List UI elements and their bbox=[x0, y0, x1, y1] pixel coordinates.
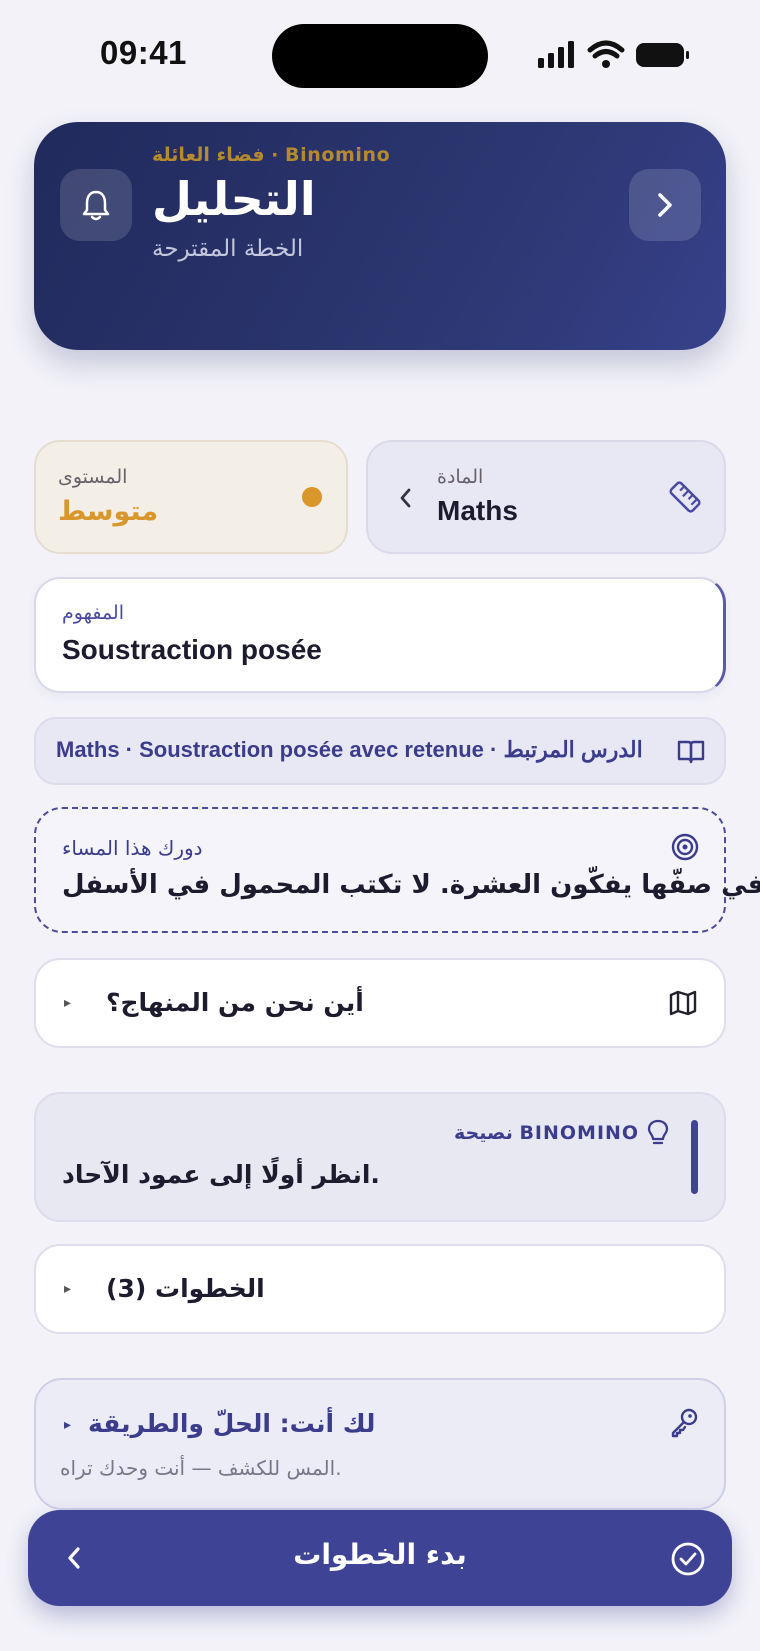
reveal-title: لك أنت: الحلّ والطريقة bbox=[88, 1409, 376, 1438]
subject-value: Maths bbox=[437, 495, 518, 526]
status-icons bbox=[538, 38, 690, 72]
status-time: 09:41 bbox=[100, 34, 187, 71]
page-subtitle: الخطة المقترحة bbox=[152, 236, 304, 262]
role-text: في صفّها يفكّون العشرة. لا تكتب المحمول … bbox=[62, 870, 760, 900]
forward-button[interactable] bbox=[629, 169, 701, 241]
key-icon bbox=[668, 1406, 700, 1438]
header-caption: فضاء العائلة · Binomino bbox=[152, 144, 391, 166]
dynamic-island bbox=[272, 24, 488, 88]
tip-text: انظر أولًا إلى عمود الآحاد. bbox=[62, 1160, 380, 1189]
level-label: المستوى bbox=[58, 466, 128, 488]
expand-arrow-icon: ▸ bbox=[64, 1281, 72, 1297]
bell-icon bbox=[82, 190, 110, 221]
target-icon bbox=[670, 832, 700, 862]
subject-label: المادة bbox=[437, 466, 484, 488]
book-icon bbox=[676, 736, 706, 766]
reveal-solution-card[interactable] bbox=[34, 1378, 726, 1510]
curriculum-title: أين نحن من المنهاج؟ bbox=[106, 988, 364, 1017]
level-value: متوسط bbox=[58, 496, 159, 527]
chevron-left-icon bbox=[62, 1542, 86, 1574]
expand-arrow-icon: ▸ bbox=[64, 1417, 72, 1433]
lightbulb-icon bbox=[644, 1118, 672, 1148]
notifications-button[interactable] bbox=[60, 169, 132, 241]
linked-lesson-text: Maths · Soustraction posée avec retenue … bbox=[56, 737, 643, 762]
role-label: دورك هذا المساء bbox=[62, 836, 203, 860]
signal-wifi-battery-icon bbox=[538, 40, 689, 68]
level-indicator-dot bbox=[302, 487, 322, 507]
chevron-right-icon bbox=[658, 193, 672, 217]
map-icon bbox=[668, 988, 698, 1018]
ruler-icon bbox=[666, 478, 704, 516]
tip-accent-bar bbox=[691, 1120, 698, 1194]
concept-label: المفهوم bbox=[62, 602, 125, 624]
expand-arrow-icon: ▸ bbox=[64, 995, 72, 1011]
check-circle-icon bbox=[670, 1541, 706, 1577]
concept-value: Soustraction posée bbox=[62, 634, 322, 665]
chevron-left-icon bbox=[394, 484, 416, 512]
tip-card bbox=[34, 1092, 726, 1222]
page-title: التحليل bbox=[152, 172, 316, 226]
start-steps-label: بدء الخطوات bbox=[293, 1538, 467, 1571]
tip-label: نصيحة BINOMINO bbox=[454, 1122, 640, 1144]
steps-title: الخطوات (3) bbox=[106, 1274, 265, 1303]
reveal-subtitle: المس للكشف — أنت وحدك تراه. bbox=[60, 1456, 342, 1480]
